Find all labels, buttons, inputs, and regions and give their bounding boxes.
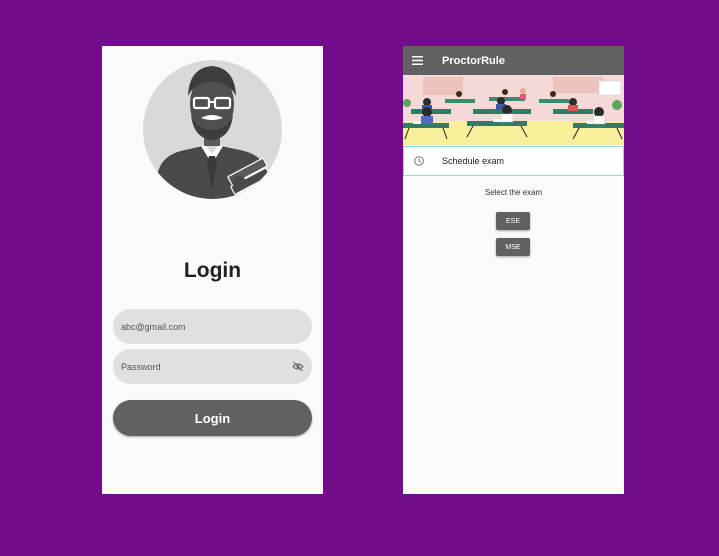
select-exam-prompt: Select the exam xyxy=(484,188,543,197)
login-screen: Login abc@gmail.com Password Login xyxy=(102,46,323,494)
app-bar: ProctorRule xyxy=(403,46,624,75)
password-field[interactable]: Password xyxy=(113,349,312,384)
mse-button[interactable]: MSE xyxy=(496,238,530,256)
app-screen: ProctorRule Schedule exam Select the exa… xyxy=(403,46,624,494)
eye-off-icon[interactable] xyxy=(292,361,304,372)
app-title: ProctorRule xyxy=(442,54,505,67)
email-placeholder: abc@gmail.com xyxy=(121,321,186,332)
login-button[interactable]: Login xyxy=(113,400,312,436)
nav-item-schedule-exam[interactable]: Schedule exam xyxy=(403,146,624,176)
classroom-exam-banner xyxy=(403,75,624,145)
nav-item-label: Schedule exam xyxy=(442,156,505,166)
password-placeholder: Password xyxy=(121,361,161,372)
login-title: Login xyxy=(183,259,242,282)
clock-icon xyxy=(414,156,424,166)
menu-icon[interactable] xyxy=(412,56,423,65)
ese-button[interactable]: ESE xyxy=(496,212,530,230)
teacher-avatar-icon xyxy=(143,60,282,199)
email-field[interactable]: abc@gmail.com xyxy=(113,309,312,344)
